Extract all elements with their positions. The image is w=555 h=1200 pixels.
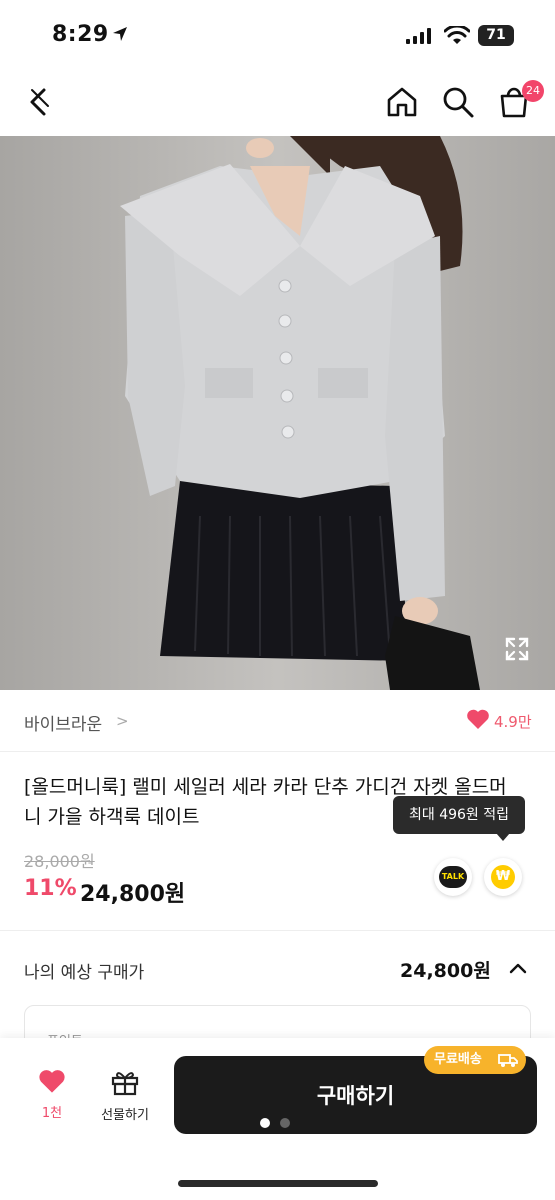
chevron-right-icon: >	[116, 712, 129, 730]
tooltip-tail	[496, 833, 510, 841]
heart-icon[interactable]	[466, 708, 490, 730]
buy-button-dots	[260, 1118, 290, 1128]
expected-price-value: 24,800원	[400, 960, 491, 982]
back-icon[interactable]	[22, 84, 58, 120]
buy-label: 구매하기	[316, 1084, 395, 1108]
page-dot	[280, 1118, 290, 1128]
page-dot-active	[260, 1118, 270, 1128]
like-count-label: 1천	[41, 1106, 63, 1121]
points-button[interactable]: ₩	[484, 858, 522, 896]
cart-count-badge: 24	[522, 80, 544, 102]
points-tooltip: 최대 496원 적립	[393, 796, 525, 834]
like-button[interactable]: 1천	[28, 1068, 76, 1121]
seller-row[interactable]: 바이브라운 > 4.9만	[0, 690, 555, 752]
gift-label: 선물하기	[101, 1108, 149, 1123]
like-count: 4.9만	[494, 713, 532, 731]
seller-name[interactable]: 바이브라운	[24, 710, 102, 735]
product-image[interactable]	[0, 136, 555, 690]
home-icon[interactable]	[384, 84, 420, 120]
location-arrow-icon	[113, 27, 127, 41]
free-shipping-label: 무료배송	[434, 1052, 482, 1067]
truck-icon	[498, 1054, 518, 1067]
expected-price-label: 나의 예상 구매가	[24, 963, 145, 983]
status-time: 8:29	[52, 22, 109, 47]
product-photo	[0, 136, 555, 690]
expand-icon[interactable]	[504, 636, 530, 662]
chevron-up-icon[interactable]	[508, 960, 528, 976]
status-bar: 8:29 71	[0, 0, 555, 70]
wifi-icon	[444, 26, 470, 44]
won-coin-icon: ₩	[491, 865, 515, 889]
top-navigation: 24	[0, 70, 555, 136]
battery-indicator: 71	[478, 25, 514, 46]
heart-icon	[39, 1070, 65, 1093]
home-indicator[interactable]	[178, 1180, 378, 1187]
divider	[0, 930, 555, 931]
gift-button[interactable]: 선물하기	[90, 1068, 160, 1123]
original-price: 28,000원	[24, 852, 95, 871]
talk-icon: TALK	[439, 866, 467, 888]
free-shipping-badge: 무료배송	[424, 1046, 526, 1074]
search-icon[interactable]	[440, 84, 476, 120]
gift-icon	[111, 1072, 139, 1096]
cellular-signal-icon	[406, 28, 431, 44]
kakao-talk-button[interactable]: TALK	[434, 858, 472, 896]
sale-price: 24,800원	[80, 882, 186, 907]
discount-rate: 11%	[24, 876, 77, 901]
